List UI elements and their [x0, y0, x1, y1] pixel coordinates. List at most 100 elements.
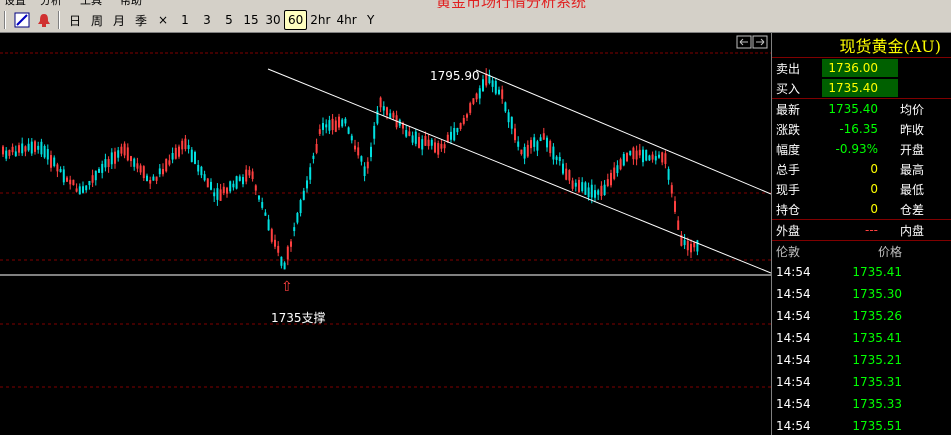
candle-body [18, 145, 20, 153]
app-title: 黄金市场行情分析系统 [436, 0, 586, 8]
candle-body [392, 112, 395, 118]
candle-body [2, 146, 4, 155]
change-value: -16.35 [839, 122, 878, 136]
candle-body [427, 139, 430, 147]
menu-item-analysis[interactable]: 分析 [40, 0, 62, 8]
toolbar: 日 周 月 季 × 1 3 5 15 30 60 2hr 4hr Y [0, 8, 951, 33]
period-day[interactable]: 日 [64, 10, 86, 30]
menu-item-help[interactable]: 帮助 [120, 0, 142, 8]
candle-body [267, 219, 270, 231]
candle-body [232, 183, 235, 188]
candle-body [325, 124, 328, 128]
zoom-in-button[interactable] [736, 35, 752, 49]
diff-label: 仓差 [899, 202, 924, 217]
tick-row: 14:54 1735.41 [772, 327, 951, 349]
ticks-list[interactable]: 14:54 1735.41 14:54 1735.30 14:54 1735.26 1… [772, 261, 951, 435]
candle-body [635, 150, 638, 160]
candle-body [654, 156, 657, 161]
candle-body [46, 149, 49, 160]
quote-row-position: 持仓 0 仓差 [772, 199, 951, 219]
quote-row-range: 幅度 -0.93% 开盘 [772, 139, 951, 159]
candle-body [616, 165, 619, 174]
inner-label: 内盘 [899, 223, 924, 238]
zoom-out-button[interactable] [752, 35, 768, 49]
candle-body [344, 118, 347, 124]
tick-time: 14:54 [776, 309, 811, 323]
candle-body [645, 149, 648, 161]
chart-header [0, 33, 771, 53]
candlestick-chart[interactable]: 1795.90 ⇧ 1735支撑 [0, 33, 771, 435]
candle-body [494, 80, 497, 94]
candle-body [562, 163, 564, 174]
chart-canvas[interactable] [0, 33, 771, 435]
candle-body [184, 138, 187, 150]
period-60min[interactable]: 60 [284, 10, 308, 30]
period-4hr[interactable]: 4hr [333, 10, 359, 30]
candle-body [558, 157, 561, 162]
candle-body [437, 143, 440, 155]
tick-time: 14:54 [776, 353, 811, 367]
quote-row-sell: 卖出 1736.00 [772, 58, 951, 78]
candle-body [501, 89, 504, 99]
candle-body [542, 133, 545, 140]
candle-body [5, 150, 8, 159]
toolbar-separator [4, 11, 6, 29]
candle-body [21, 143, 24, 154]
period-5min[interactable]: 5 [218, 10, 240, 30]
low-label: 最低 [899, 182, 924, 197]
period-quarter[interactable]: 季 [130, 10, 152, 30]
candle-body [197, 164, 200, 172]
period-1min[interactable]: 1 [174, 10, 196, 30]
candle-body [306, 180, 308, 189]
period-15min[interactable]: 15 [240, 10, 262, 30]
period-month[interactable]: 月 [108, 10, 130, 30]
candle-body [389, 113, 392, 118]
menu-item-tools[interactable]: 工具 [80, 0, 102, 8]
tick-row: 14:54 1735.33 [772, 393, 951, 415]
candle-body [165, 158, 168, 172]
candle-body [517, 141, 520, 147]
support-label: 1735支撑 [271, 311, 326, 325]
candle-body [651, 154, 654, 160]
candle-body [152, 176, 155, 181]
candle-body [238, 176, 241, 181]
total-value: 0 [870, 162, 878, 176]
candle-body [110, 152, 113, 165]
high-price-label: 1795.90 [430, 69, 480, 83]
candle-body [619, 159, 622, 170]
candle-body [443, 144, 446, 149]
candle-body [638, 149, 641, 156]
candle-body [357, 147, 360, 156]
menu-item-settings[interactable]: 设置 [4, 0, 26, 8]
period-2hr[interactable]: 2hr [307, 10, 333, 30]
period-close[interactable]: × [152, 10, 174, 30]
draw-line-icon[interactable] [12, 10, 32, 30]
period-year[interactable]: Y [360, 10, 382, 30]
candle-body [203, 174, 206, 181]
outer-label: 外盘 [776, 223, 801, 238]
candle-body [373, 125, 376, 139]
candle-body [149, 180, 152, 184]
candle-body [459, 123, 462, 129]
candle-body [552, 146, 555, 160]
candle-body [146, 175, 148, 182]
candle-body [322, 123, 324, 130]
period-week[interactable]: 周 [86, 10, 108, 30]
period-3min[interactable]: 3 [196, 10, 218, 30]
candle-body [510, 116, 513, 129]
tick-price: 1735.51 [852, 419, 902, 433]
channel-lower-line [475, 69, 771, 195]
candle-body [600, 185, 603, 196]
candle-body [222, 186, 225, 193]
candle-body [418, 136, 420, 148]
candle-body [40, 141, 43, 155]
period-30min[interactable]: 30 [262, 10, 284, 30]
candle-body [360, 156, 363, 162]
candle-body [53, 157, 56, 167]
candle-body [405, 130, 408, 137]
alarm-bell-icon[interactable] [34, 10, 54, 30]
candle-body [75, 188, 78, 192]
candle-body [334, 120, 337, 132]
candle-body [574, 182, 577, 187]
tick-row: 14:54 1735.21 [772, 349, 951, 371]
